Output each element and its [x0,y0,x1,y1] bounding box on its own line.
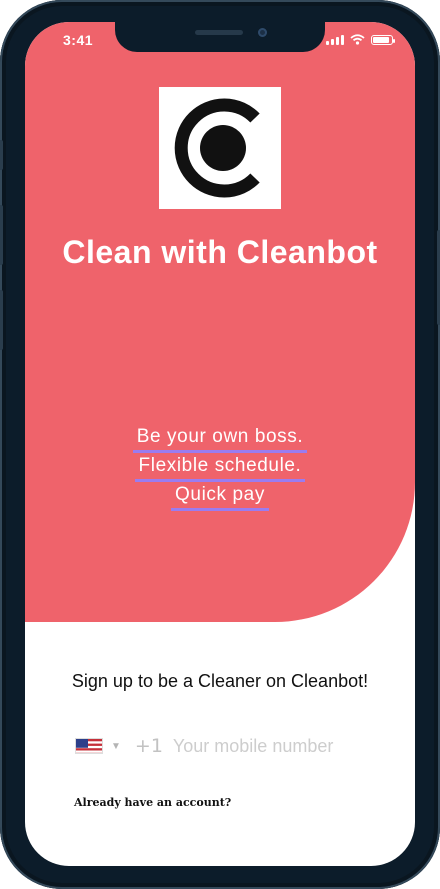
front-camera [258,28,267,37]
wifi-icon [350,34,365,45]
login-link[interactable]: Already have an account? [74,796,231,809]
hero-title: Clean with Cleanbot [62,234,378,270]
volume-down-button [0,290,3,350]
cellular-signal-icon [326,34,344,45]
status-icons [326,34,395,45]
battery-icon [371,34,395,45]
mute-switch [0,140,3,170]
status-time: 3:41 [63,32,94,48]
screen: Clean with Cleanbot Be your own boss. Fl… [25,22,415,866]
hero-section: Clean with Cleanbot Be your own boss. Fl… [25,22,415,622]
tagline-list: Be your own boss. Flexible schedule. Qui… [25,424,415,511]
tagline-item: Quick pay [171,482,269,511]
cleanbot-c-logo-icon [174,98,260,198]
battery-level [373,36,389,43]
notch [115,22,325,52]
status-bar: 3:41 [25,22,415,62]
chevron-down-icon[interactable]: ▼ [111,741,121,752]
tagline-item: Be your own boss. [132,424,308,453]
cleanbot-logo [159,87,281,209]
phone-input-row: ▼ +1 [75,734,395,758]
tagline-item: Flexible schedule. [134,453,306,482]
signup-heading: Sign up to be a Cleaner on Cleanbot! [71,671,369,691]
country-code: +1 [134,735,163,757]
mobile-number-input[interactable] [172,735,373,757]
phone-frame: Clean with Cleanbot Be your own boss. Fl… [0,0,440,889]
us-flag-icon[interactable] [75,738,103,754]
speaker-grille [195,30,243,35]
volume-up-button [0,205,3,265]
